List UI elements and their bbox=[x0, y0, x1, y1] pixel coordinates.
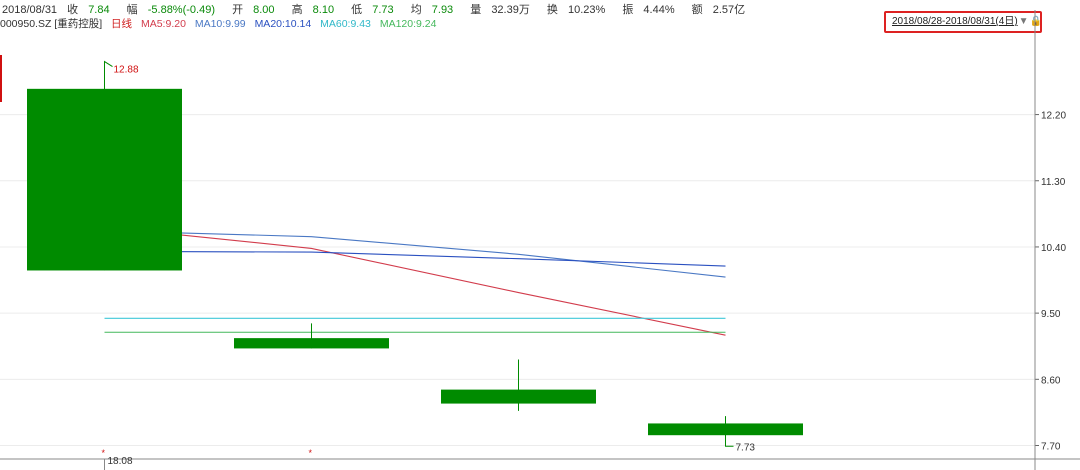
y-tick-label: 9.50 bbox=[1041, 309, 1061, 320]
candle-body bbox=[27, 88, 182, 271]
x-tick-label: 18.08 bbox=[108, 456, 133, 467]
candlestick-chart: 12.20 11.30 10.40 9.50 8.60 7.70 18.08 12.88 7.7… bbox=[0, 10, 1080, 470]
event-star-marker: * bbox=[102, 448, 106, 458]
candle-body bbox=[234, 338, 389, 349]
candle-body bbox=[648, 423, 803, 436]
y-tick-label: 8.60 bbox=[1041, 375, 1061, 386]
y-tick-label: 11.30 bbox=[1041, 177, 1066, 188]
high-pointer bbox=[104, 60, 113, 68]
high-annotation: 12.88 bbox=[114, 65, 139, 76]
y-tick-label: 12.20 bbox=[1041, 111, 1066, 122]
y-tick-label: 10.40 bbox=[1041, 243, 1066, 254]
ma-line-ma20 bbox=[104, 250, 726, 267]
y-tick-label: 7.70 bbox=[1041, 441, 1061, 452]
low-annotation: 7.73 bbox=[736, 442, 756, 453]
event-star-marker: * bbox=[309, 448, 313, 458]
ma-line-ma5 bbox=[104, 226, 726, 336]
candle-body bbox=[441, 389, 596, 404]
